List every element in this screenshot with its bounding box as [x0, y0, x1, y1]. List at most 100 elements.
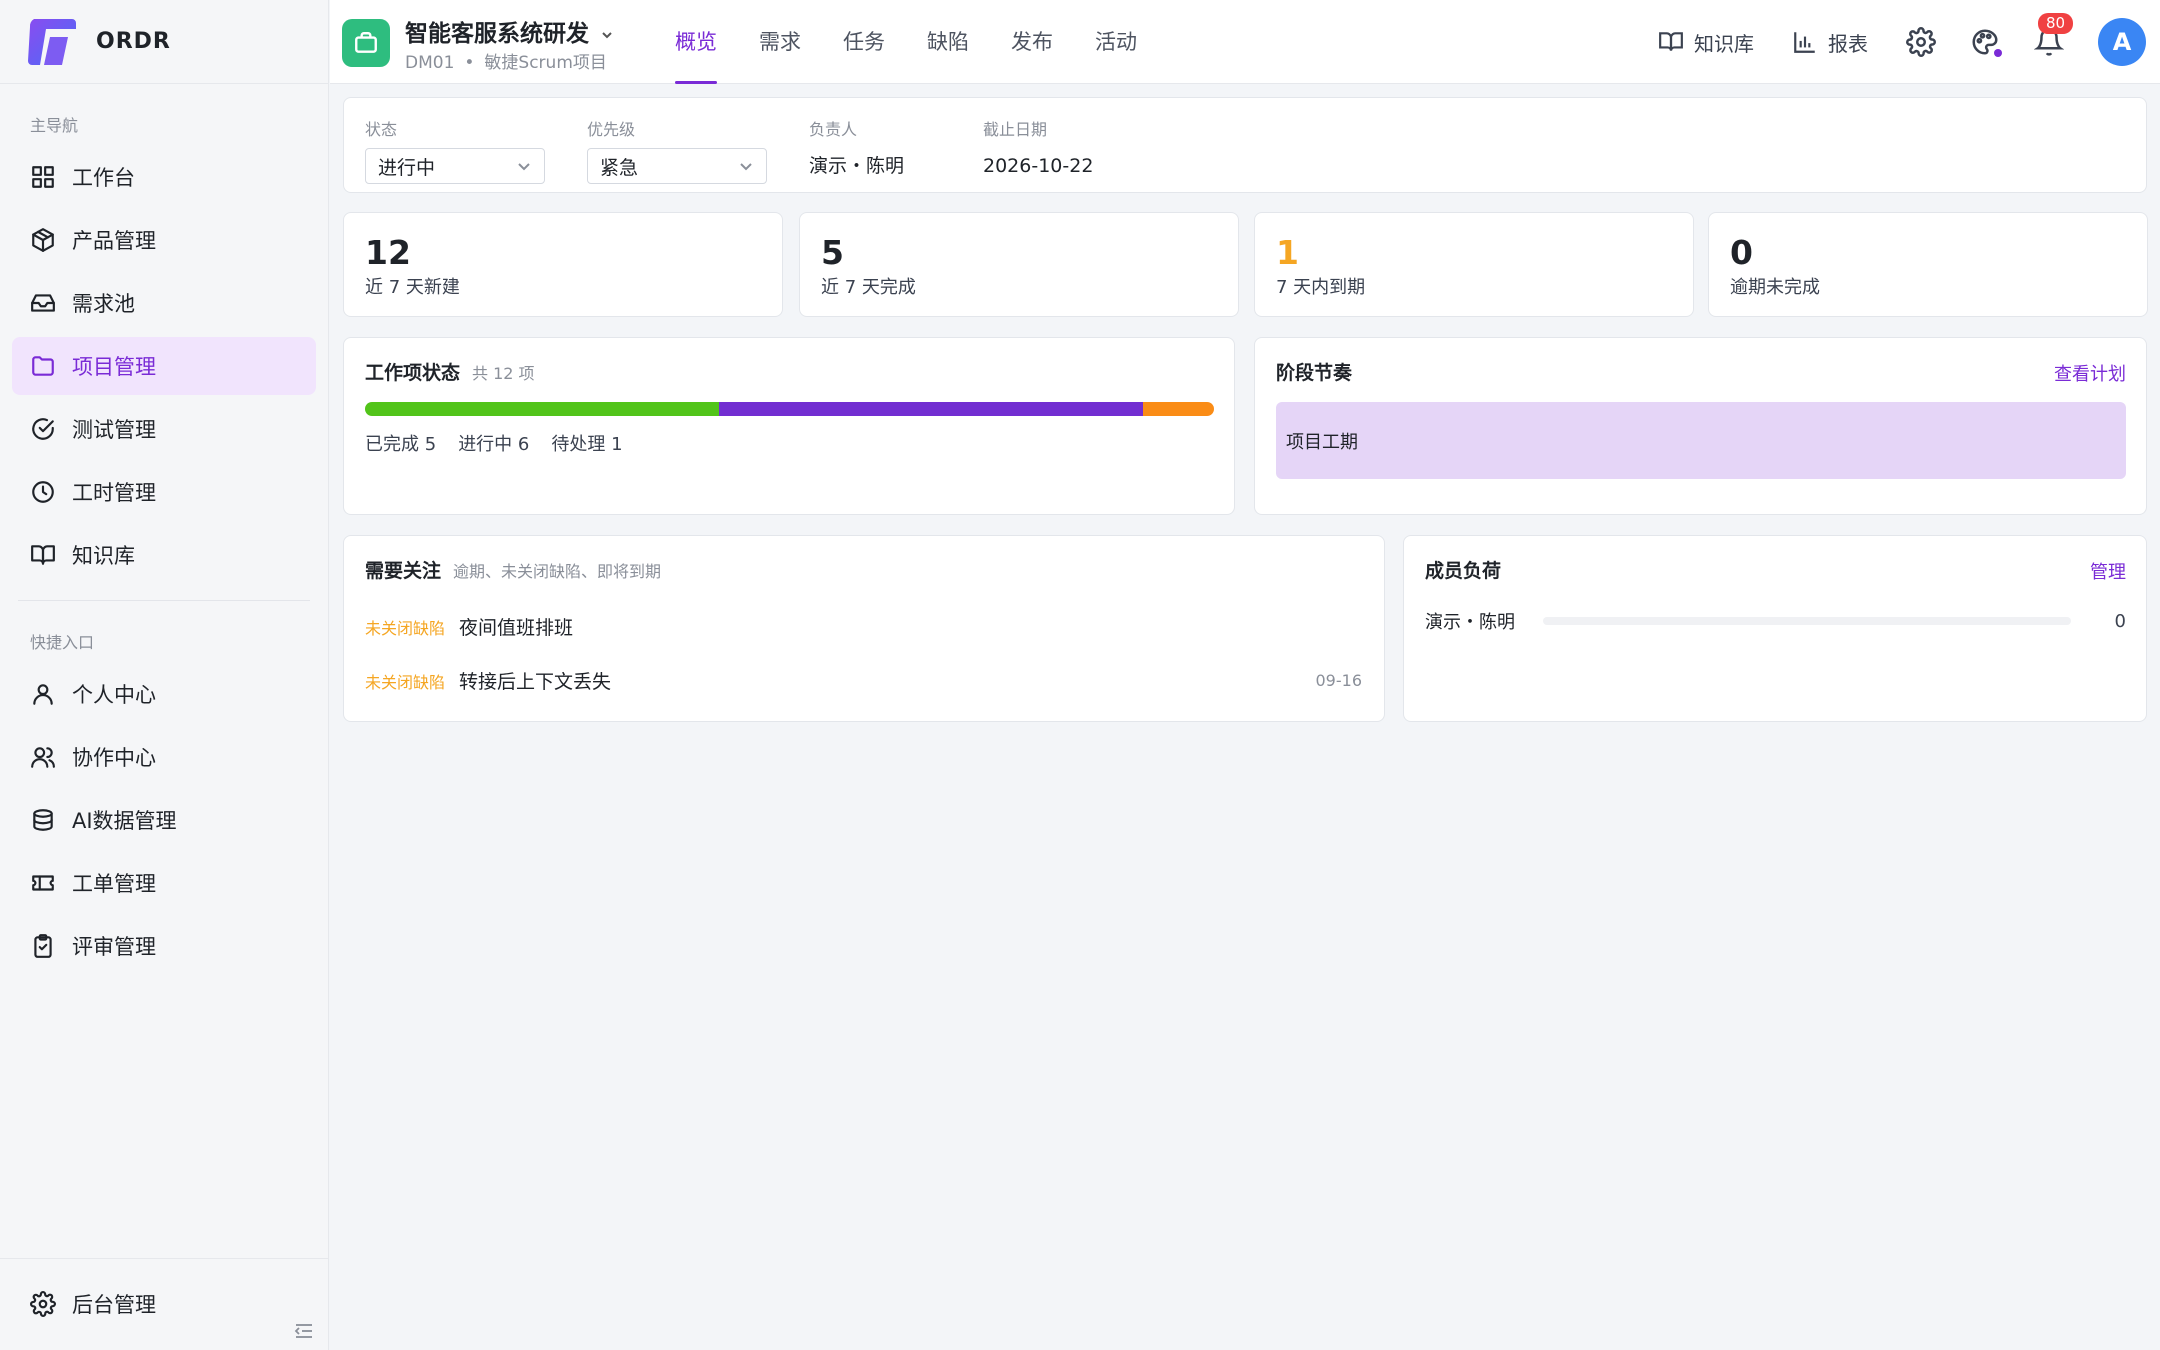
sidebar-item-label: 工单管理	[72, 872, 156, 896]
attention-panel: 需要关注 逾期、未关闭缺陷、即将到期 未关闭缺陷 夜间值班排班 未关闭缺陷 转接后…	[343, 535, 1385, 722]
settings-button[interactable]	[1906, 27, 1936, 57]
member-load-panel: 成员负荷 管理 演示・陈明 0	[1403, 535, 2147, 722]
reports-label: 报表	[1828, 31, 1868, 56]
sidebar-bottom: 后台管理	[0, 1258, 329, 1350]
member-row[interactable]: 演示・陈明 0	[1425, 608, 2126, 634]
item-date: 09-16	[1315, 671, 1363, 690]
legend-in-progress: 进行中 6	[458, 434, 530, 455]
top-header: 智能客服系统研发 DM01 • 敏捷Scrum项目 概览 需求 任务 缺陷 发布 活…	[330, 0, 2160, 84]
sidebar-item-label: 后台管理	[72, 1293, 156, 1317]
book-icon	[30, 542, 56, 568]
priority-select-value: 紧急	[600, 156, 639, 179]
stat-label: 逾期未完成	[1730, 277, 1820, 298]
nav-section-main-title: 主导航	[30, 116, 79, 135]
item-title: 夜间值班排班	[459, 617, 574, 639]
stat-value: 0	[1730, 233, 1753, 272]
sidebar-item-label: 测试管理	[72, 418, 156, 442]
status-select[interactable]: 进行中	[365, 148, 545, 184]
bar-chart-icon	[1794, 32, 1815, 53]
sidebar-item-projects[interactable]: 项目管理	[12, 337, 316, 395]
check-circle-icon	[30, 416, 56, 442]
sidebar-item-product[interactable]: 产品管理	[12, 211, 316, 269]
book-icon	[1659, 32, 1683, 51]
chevron-down-icon	[518, 163, 530, 171]
project-duration-bar[interactable]: 项目工期	[1276, 402, 2126, 479]
avatar[interactable]: A	[2098, 18, 2146, 66]
sidebar-item-label: 个人中心	[72, 683, 156, 707]
view-plan-link[interactable]: 查看计划	[2054, 360, 2126, 386]
stat-value: 5	[821, 233, 844, 272]
member-load-value: 0	[2114, 610, 2126, 632]
sidebar-item-testing[interactable]: 测试管理	[12, 400, 316, 458]
sidebar-item-tickets[interactable]: 工单管理	[12, 854, 316, 912]
project-meta: DM01 • 敏捷Scrum项目	[405, 48, 607, 73]
defect-tag: 未关闭缺陷	[365, 672, 446, 692]
sidebar-item-label: 产品管理	[72, 229, 156, 253]
work-status-total: 共 12 项	[472, 364, 535, 383]
due-date-field: 截止日期 2026-10-22	[983, 116, 1093, 184]
chevron-down-icon	[740, 163, 752, 171]
tab-activity[interactable]: 活动	[1095, 0, 1137, 84]
brand-name: ORDR	[96, 29, 171, 54]
sidebar-item-label: 工时管理	[72, 481, 156, 505]
tab-tasks[interactable]: 任务	[843, 0, 885, 84]
gear-icon	[1906, 27, 1936, 57]
notifications-button[interactable]: 80	[2033, 13, 2074, 57]
sidebar-item-collaboration[interactable]: 协作中心	[12, 728, 316, 786]
header-actions: 知识库 报表 80 A	[1658, 0, 2146, 84]
item-title: 转接后上下文丢失	[459, 671, 612, 693]
sidebar-item-timesheet[interactable]: 工时管理	[12, 463, 316, 521]
work-status-title: 工作项状态共 12 项	[365, 358, 535, 385]
attention-title-text: 需要关注	[365, 560, 442, 582]
tab-releases[interactable]: 发布	[1011, 0, 1053, 84]
stat-value: 12	[365, 233, 411, 272]
progress-segment-done	[365, 402, 719, 416]
stat-label: 近 7 天完成	[821, 277, 916, 298]
owner-value[interactable]: 演示・陈明	[809, 148, 904, 184]
list-item[interactable]: 未关闭缺陷 夜间值班排班	[365, 613, 1362, 640]
collapse-sidebar-icon[interactable]	[293, 1320, 315, 1342]
sidebar-item-label: 需求池	[72, 292, 135, 316]
sidebar-item-workbench[interactable]: 工作台	[12, 148, 316, 206]
sidebar-item-label: 知识库	[72, 544, 135, 568]
manage-members-link[interactable]: 管理	[2090, 558, 2126, 584]
clipboard-icon	[30, 933, 56, 959]
list-item[interactable]: 未关闭缺陷 转接后上下文丢失 09-16	[365, 667, 1362, 694]
brand[interactable]: ORDR	[0, 0, 328, 84]
clock-icon	[30, 479, 56, 505]
due-date-value[interactable]: 2026-10-22	[983, 148, 1093, 184]
work-status-panel: 工作项状态共 12 项 已完成 5 进行中 6 待处理 1	[343, 337, 1235, 515]
separator-dot: •	[464, 53, 475, 73]
stat-card-new: 12 近 7 天新建	[343, 212, 783, 317]
due-date-label: 截止日期	[983, 120, 1048, 139]
priority-select[interactable]: 紧急	[587, 148, 767, 184]
theme-indicator-dot	[1994, 49, 2002, 57]
priority-filter: 优先级 紧急	[587, 116, 767, 184]
sidebar-item-admin[interactable]: 后台管理	[12, 1275, 317, 1333]
project-title: 智能客服系统研发	[405, 21, 589, 47]
sidebar-item-knowledge[interactable]: 知识库	[12, 526, 316, 584]
owner-label: 负责人	[809, 120, 858, 139]
sidebar-item-ai-data[interactable]: AI数据管理	[12, 791, 316, 849]
tab-requirements[interactable]: 需求	[759, 0, 801, 84]
owner-field: 负责人 演示・陈明	[809, 116, 904, 184]
knowledge-base-link[interactable]: 知识库	[1658, 28, 1754, 57]
sidebar-item-label: AI数据管理	[72, 809, 177, 833]
sidebar-item-reviews[interactable]: 评审管理	[12, 917, 316, 975]
reports-link[interactable]: 报表	[1792, 28, 1868, 57]
sidebar-item-label: 评审管理	[72, 935, 156, 959]
stat-label: 近 7 天新建	[365, 277, 460, 298]
work-status-legend: 已完成 5 进行中 6 待处理 1	[365, 430, 645, 456]
theme-button[interactable]	[1970, 27, 2002, 57]
chevron-down-icon	[599, 23, 615, 39]
user-icon	[30, 681, 56, 707]
tab-overview[interactable]: 概览	[675, 0, 717, 84]
status-select-value: 进行中	[378, 156, 436, 179]
tab-defects[interactable]: 缺陷	[927, 0, 969, 84]
sidebar-item-profile[interactable]: 个人中心	[12, 665, 316, 723]
project-briefcase-icon	[342, 19, 390, 67]
stat-card-overdue: 0 逾期未完成	[1708, 212, 2148, 317]
project-switcher[interactable]: 智能客服系统研发	[405, 14, 615, 48]
member-name: 演示・陈明	[1425, 612, 1515, 633]
sidebar-item-requirements[interactable]: 需求池	[12, 274, 316, 332]
